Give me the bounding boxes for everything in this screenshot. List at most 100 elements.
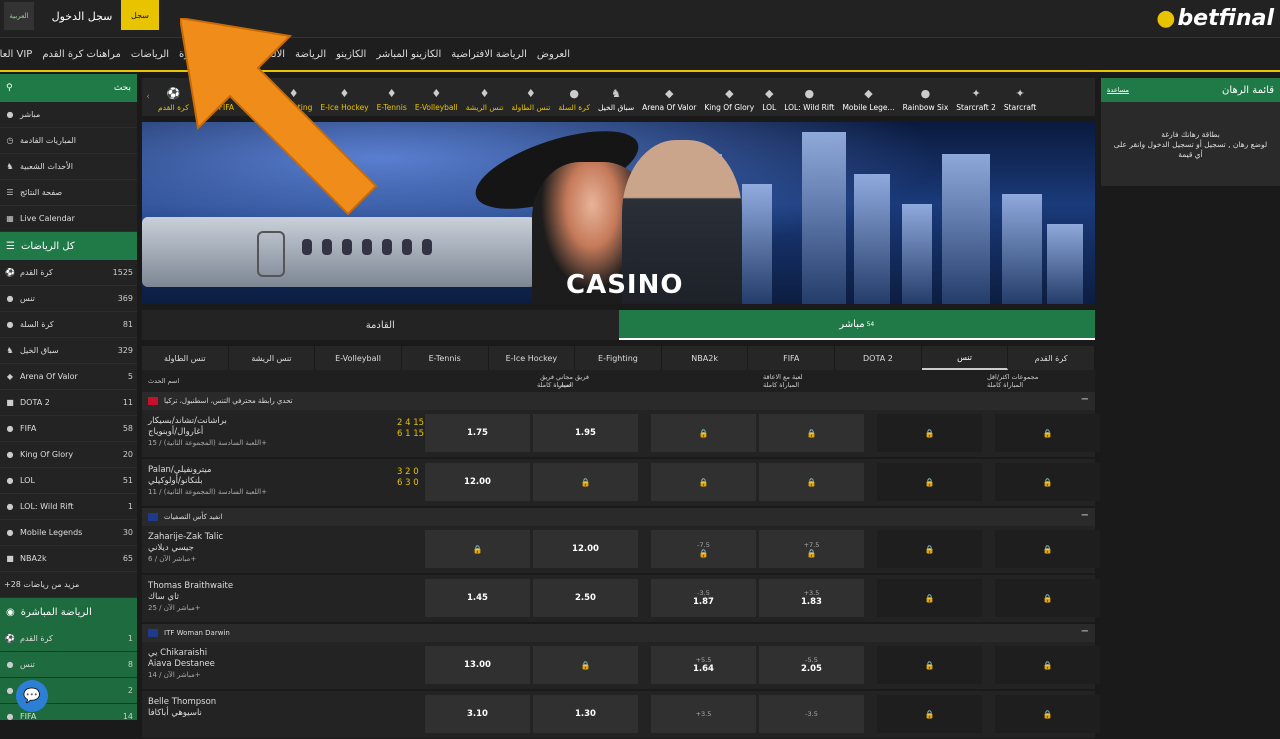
carousel-sport[interactable]: ♦ E-Volleyball [411,87,462,116]
all-sports-header[interactable]: ☰ كل الرياضات [0,232,137,260]
subtab[interactable]: DOTA 2 [835,346,922,370]
odds-button[interactable]: 🔒 [877,695,982,733]
odds-button[interactable]: 12.00 [425,463,530,501]
carousel-sport[interactable]: ◆ LOL [758,87,780,116]
match-teams[interactable]: Belle Thompson ناسيوهي أباكافا [148,697,216,719]
match-teams[interactable]: براشانت/تشاند/بسيكار أغاروال/أوبنوياج اللع… [148,416,267,449]
odds-button[interactable]: +5.5 1.64 [651,646,756,684]
sidebar-item-sport[interactable]: ● تنس 369 [0,286,137,312]
odds-button[interactable]: 2.50 [533,579,638,617]
sidebar-item-sport[interactable]: ■ NBA2k 65 [0,546,137,572]
subtab[interactable]: E-Volleyball [315,346,402,370]
sidebar-item-sport[interactable]: ● FIFA 58 [0,416,137,442]
odds-button[interactable]: 1.95 [533,414,638,452]
odds-button[interactable]: -5.5 2.05 [759,646,864,684]
odds-button[interactable]: 3.10 [425,695,530,733]
league-header[interactable]: ITF Woman Darwin − [142,624,1095,642]
match-teams[interactable]: Palan/ميترونفيلي بلنكانو/أولوكيلي اللعبة ا… [148,465,267,498]
more-sports-link[interactable]: +مزيد من رياضات 28 [0,572,137,598]
league-header[interactable]: تحدي رابطة محترفي التنس، اسطنبول، تركيا − [142,392,1095,410]
sidebar-item-quick[interactable]: ☰ صفحة النتائج [0,180,137,206]
subtab[interactable]: كرة القدم [1008,346,1095,370]
carousel-sport[interactable]: ◆ Mobile Lege... [838,87,898,116]
subtab[interactable]: تنس الريشة [229,346,316,370]
logo[interactable]: ● betfinal [1156,6,1274,31]
odds-button[interactable]: 1.30 [533,695,638,733]
odds-button[interactable]: 🔒 [759,463,864,501]
league-header[interactable]: انفيد كأس التصفيات − [142,508,1095,526]
sidebar-item-quick[interactable]: ▦ Live Calendar [0,206,137,232]
carousel-sport[interactable]: ♦ تنس الريشة [462,87,508,116]
carousel-sport[interactable]: ◆ King Of Glory [700,87,758,116]
nav-item[interactable]: العروض [532,49,575,60]
sidebar-item-quick[interactable]: ● مباشر [0,102,137,128]
match-teams[interactable]: Thomas Braithwaite ثاي ساك مباشر الآن / 25… [148,581,233,614]
carousel-sport[interactable]: ♞ سباق الخيل [594,87,638,116]
odds-button[interactable]: 🔒 [877,463,982,501]
odds-button[interactable]: 🔒 [877,646,982,684]
login-button[interactable]: سجل الدخول [44,2,120,30]
odds-button[interactable]: -3.5 1.87 [651,579,756,617]
sidebar-item-sport[interactable]: ⚽ كرة القدم 1525 [0,260,137,286]
nav-item[interactable]: العاب المباشرة VIP [0,49,37,60]
carousel-sport[interactable]: ● كرة السلة [554,87,594,116]
sidebar-item-sport[interactable]: ● Mobile Legends 30 [0,520,137,546]
nav-item[interactable]: الرياضة الافتراضية [446,49,532,60]
sidebar-item-sport[interactable]: ■ DOTA 2 11 [0,390,137,416]
sidebar-item-sport[interactable]: ● كرة السلة 81 [0,312,137,338]
odds-button[interactable]: 1.45 [425,579,530,617]
odds-button[interactable]: 🔒 [651,463,756,501]
live-sports-header[interactable]: ◉ الرياضة المباشرة [0,598,137,626]
odds-button[interactable]: 🔒 [995,579,1100,617]
odds-button[interactable]: -3.5 [759,695,864,733]
odds-button[interactable]: 1.75 [425,414,530,452]
sidebar-item-live[interactable]: ● تنس 8 [0,652,137,678]
odds-button[interactable]: 🔒 [533,646,638,684]
carousel-sport[interactable]: ♦ تنس الطاولة [507,87,554,116]
collapse-icon[interactable]: − [1081,626,1089,637]
sidebar-item-sport[interactable]: ● LOL 51 [0,468,137,494]
odds-button[interactable]: 🔒 [995,646,1100,684]
sidebar-item-sport[interactable]: ♞ سباق الخيل 329 [0,338,137,364]
carousel-sport[interactable]: ✦ Starcraft 2 [952,87,1000,116]
carousel-sport[interactable]: ✦ Starcraft [1000,87,1040,116]
odds-button[interactable]: +3.5 [651,695,756,733]
odds-button[interactable]: +3.5 1.83 [759,579,864,617]
odds-button[interactable]: 🔒 [651,414,756,452]
sidebar-item-sport[interactable]: ● King Of Glory 20 [0,442,137,468]
sidebar-search[interactable]: ⚲ بحث [0,74,137,102]
odds-button[interactable]: 🔒 [759,414,864,452]
odds-button[interactable]: 🔒 [533,463,638,501]
match-teams[interactable]: يي Chikaraishi Aiava Destanee مباشر الآن /… [148,648,215,681]
collapse-icon[interactable]: − [1081,510,1089,521]
nav-item[interactable]: الرياضات [126,49,174,60]
odds-button[interactable]: 🔒 [877,414,982,452]
odds-button[interactable]: 🔒 [425,530,530,568]
odds-button[interactable]: 🔒 [995,695,1100,733]
sidebar-item-quick[interactable]: ♞ الأحداث الشعبية [0,154,137,180]
subtab[interactable]: FIFA [748,346,836,370]
sidebar-item-quick[interactable]: ◷ المباريات القادمة [0,128,137,154]
subtab[interactable]: تنس [921,346,1009,370]
subtab[interactable]: E-Ice Hockey [489,346,576,370]
nav-item[interactable]: مراهنات كرة القدم [37,49,126,60]
help-link[interactable]: مساعدة [1107,86,1129,94]
odds-button[interactable]: 13.00 [425,646,530,684]
sidebar-item-live[interactable]: ⚽ كرة القدم 1 [0,626,137,652]
subtab[interactable]: E-Tennis [402,346,489,370]
carousel-sport[interactable]: ● Rainbow Six [899,87,953,116]
odds-button[interactable]: 🔒 [877,579,982,617]
register-button[interactable]: سجل [121,0,159,30]
collapse-icon[interactable]: − [1081,394,1089,405]
odds-button[interactable]: 🔒 [995,414,1100,452]
carousel-left-arrow[interactable]: ‹ [142,78,154,116]
tab-upcoming[interactable]: القادمة [142,310,619,340]
carousel-sport[interactable]: ● LOL: Wild Rift [780,87,838,116]
carousel-sport[interactable]: ◆ Arena Of Valor [638,87,700,116]
language-button[interactable]: العربية [4,2,34,30]
subtab[interactable]: NBA2k [662,346,749,370]
odds-button[interactable]: +7.5 🔒 [759,530,864,568]
subtab[interactable]: تنس الطاولة [142,346,229,370]
odds-button[interactable]: 12.00 [533,530,638,568]
tab-live[interactable]: مباشر 54 [618,310,1095,340]
